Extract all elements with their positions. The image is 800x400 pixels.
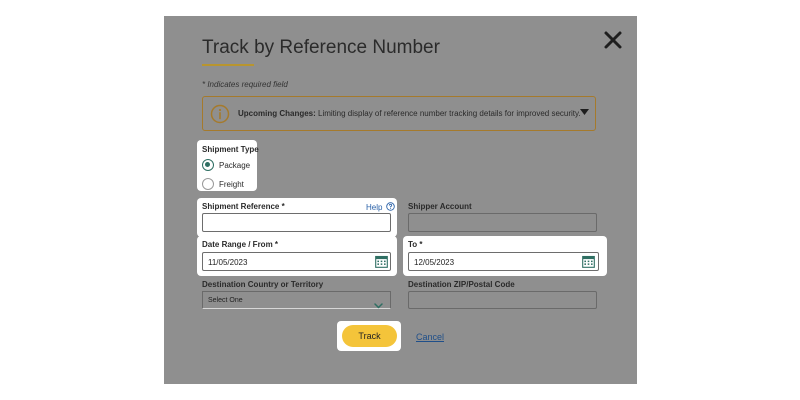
shipment-type-label: Shipment Type <box>202 145 259 154</box>
destination-country-label: Destination Country or Territory <box>202 280 324 289</box>
radio-package[interactable] <box>202 159 214 171</box>
shipment-reference-input[interactable] <box>202 213 391 232</box>
cancel-link[interactable]: Cancel <box>416 332 444 342</box>
info-icon <box>210 104 230 124</box>
date-from-value: 11/05/2023 <box>208 258 248 267</box>
title-underline <box>202 64 254 66</box>
calendar-icon[interactable] <box>375 255 388 268</box>
required-field-note: * Indicates required field <box>202 80 288 89</box>
notice-text: Upcoming Changes: Limiting display of re… <box>238 109 581 118</box>
radio-package-label: Package <box>219 161 251 170</box>
date-to-value: 12/05/2023 <box>414 258 455 267</box>
chevron-down-icon[interactable] <box>374 296 383 309</box>
notice-heading: Upcoming Changes: <box>238 109 316 118</box>
caret-down-icon[interactable] <box>580 102 589 115</box>
radio-freight[interactable] <box>202 178 214 190</box>
notice-body: Limiting display of reference number tra… <box>315 109 581 118</box>
close-icon[interactable] <box>603 30 623 50</box>
destination-zip-input[interactable] <box>408 291 597 309</box>
destination-zip-label: Destination ZIP/Postal Code <box>408 280 515 289</box>
track-button[interactable]: Track <box>342 325 397 347</box>
calendar-icon[interactable] <box>582 255 595 268</box>
date-from-label: Date Range / From * <box>202 240 279 249</box>
radio-freight-label: Freight <box>219 180 244 189</box>
shipper-account-input[interactable] <box>408 213 597 232</box>
shipment-reference-label: Shipment Reference * <box>202 202 285 211</box>
help-link-label: Help <box>366 203 383 212</box>
destination-country-value: Select One <box>208 297 243 304</box>
help-circle-icon <box>385 202 395 211</box>
page-title: Track by Reference Number <box>202 37 440 58</box>
help-link[interactable]: Help <box>366 202 395 212</box>
date-to-label: To * <box>408 240 423 249</box>
shipper-account-label: Shipper Account <box>408 202 472 211</box>
